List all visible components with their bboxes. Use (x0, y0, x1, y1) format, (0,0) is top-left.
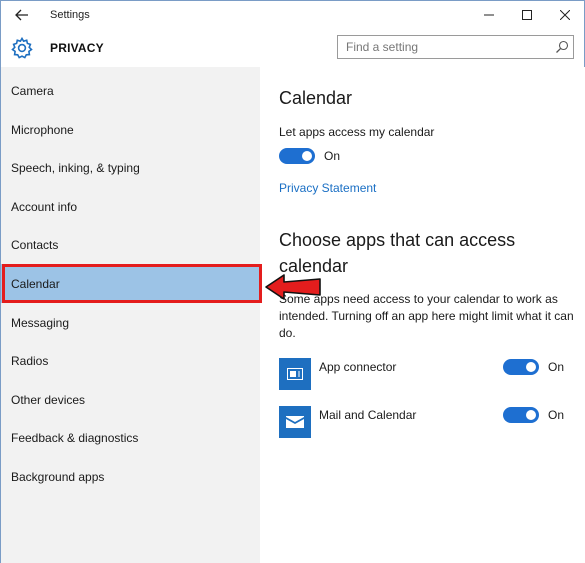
sidebar-item-account-info[interactable]: Account info (1, 187, 260, 226)
maximize-button[interactable] (511, 3, 543, 27)
close-button[interactable] (549, 3, 581, 27)
settings-window: Settings PRIVACY Camera Mi (0, 0, 585, 563)
toggle-state-label: On (548, 360, 565, 374)
back-arrow-icon (15, 9, 28, 21)
sidebar-item-label: Account info (11, 199, 78, 214)
search-icon[interactable] (555, 40, 569, 54)
maximize-icon (522, 10, 532, 20)
sidebar-item-label: Background apps (11, 469, 105, 484)
mail-envelope-icon (286, 416, 304, 428)
toggle-state-label: On (324, 149, 341, 163)
app-connector-tile (279, 358, 311, 390)
toggle-knob (526, 362, 536, 372)
gear-icon (11, 36, 33, 59)
access-label: Let apps access my calendar (279, 125, 435, 139)
app-connector-icon (287, 368, 303, 380)
search-input[interactable] (338, 36, 548, 58)
app-name: Mail and Calendar (319, 408, 417, 422)
minimize-icon (484, 14, 494, 16)
toggle-knob (302, 151, 312, 161)
page-title: Calendar (279, 88, 353, 108)
sidebar-item-background-apps[interactable]: Background apps (1, 457, 260, 496)
calendar-access-toggle[interactable] (279, 148, 315, 164)
sidebar-item-messaging[interactable]: Messaging (1, 303, 260, 342)
sidebar-item-speech[interactable]: Speech, inking, & typing (1, 148, 260, 187)
page-header: PRIVACY (1, 29, 584, 67)
privacy-statement-link[interactable]: Privacy Statement (279, 181, 376, 195)
sidebar-item-contacts[interactable]: Contacts (1, 225, 260, 264)
app-connector-toggle[interactable] (503, 359, 539, 375)
sidebar-item-label: Camera (11, 83, 54, 98)
close-icon (560, 10, 570, 20)
toggle-knob (526, 410, 536, 420)
sidebar-item-calendar[interactable]: Calendar (1, 264, 260, 303)
sidebar: Camera Microphone Speech, inking, & typi… (1, 67, 260, 563)
sidebar-item-feedback[interactable]: Feedback & diagnostics (1, 418, 260, 457)
mail-calendar-toggle[interactable] (503, 407, 539, 423)
sidebar-item-label: Other devices (11, 392, 86, 407)
sidebar-item-microphone[interactable]: Microphone (1, 110, 260, 149)
section-title: PRIVACY (50, 41, 104, 55)
app-name: App connector (319, 360, 397, 374)
toggle-state-label: On (548, 408, 565, 422)
title-bar: Settings (1, 1, 584, 29)
sidebar-item-label: Feedback & diagnostics (11, 430, 139, 445)
apps-heading: Choose apps that can access calendar (279, 230, 516, 276)
main-content: Calendar Let apps access my calendar On … (260, 67, 585, 563)
sidebar-item-camera[interactable]: Camera (1, 71, 260, 110)
pointer-arrow-icon (265, 274, 321, 300)
minimize-button[interactable] (473, 3, 505, 27)
sidebar-item-label: Microphone (11, 122, 74, 137)
sidebar-item-label: Speech, inking, & typing (11, 160, 140, 175)
sidebar-item-radios[interactable]: Radios (1, 341, 260, 380)
window-title: Settings (50, 9, 90, 21)
mail-calendar-tile (279, 406, 311, 438)
search-box[interactable] (337, 35, 574, 59)
back-button[interactable] (7, 4, 37, 26)
sidebar-item-label: Contacts (11, 237, 59, 252)
sidebar-item-other-devices[interactable]: Other devices (1, 380, 260, 419)
apps-description: Some apps need access to your calendar t… (279, 292, 574, 340)
sidebar-item-label: Radios (11, 353, 49, 368)
sidebar-item-label: Calendar (11, 276, 60, 291)
sidebar-item-label: Messaging (11, 315, 70, 330)
